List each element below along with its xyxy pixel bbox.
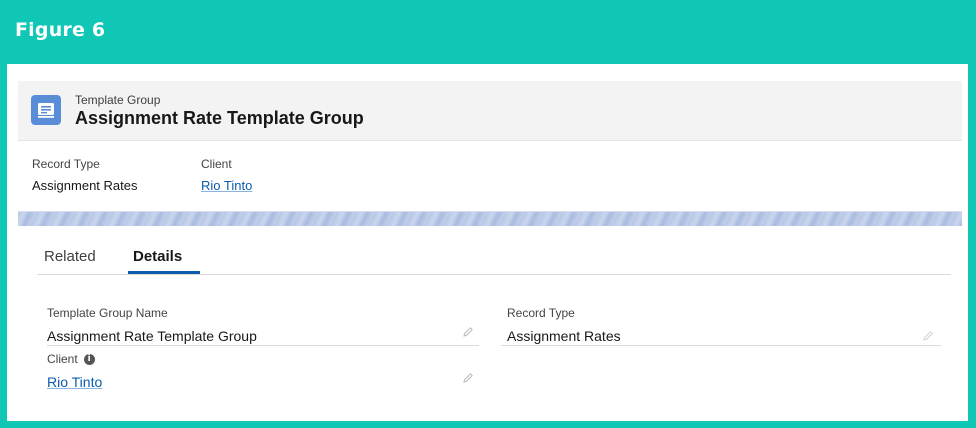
- highlights-panel: Record Type Assignment Rates Client Rio …: [18, 141, 962, 211]
- highlight-client-link[interactable]: Rio Tinto: [201, 178, 252, 193]
- record-header: Template Group Assignment Rate Template …: [18, 81, 962, 141]
- field-divider: [501, 345, 941, 346]
- highlight-client: Client Rio Tinto: [201, 157, 252, 193]
- field-template-group-name: Template Group Name Assignment Rate Temp…: [47, 306, 257, 344]
- pencil-icon[interactable]: [462, 326, 474, 338]
- info-icon[interactable]: i: [83, 354, 95, 366]
- figure-title: Figure 6: [15, 19, 106, 41]
- record-type-label: Record Type: [507, 306, 575, 320]
- record-icon: [31, 95, 61, 125]
- record-page: Template Group Assignment Rate Template …: [7, 64, 968, 421]
- template-group-name-label: Template Group Name: [47, 306, 168, 320]
- highlight-record-type-label: Record Type: [32, 157, 100, 171]
- figure-frame: Figure 6 Template Group Assignment Rate …: [0, 0, 976, 428]
- record-title: Assignment Rate Template Group: [75, 108, 364, 128]
- template-group-name-value: Assignment Rate Template Group: [47, 328, 257, 344]
- tab-related[interactable]: Related: [44, 248, 96, 265]
- tab-bar: Related Details: [37, 236, 951, 275]
- field-divider: [47, 345, 479, 346]
- highlight-record-type-value: Assignment Rates: [32, 178, 138, 193]
- object-label: Template Group: [75, 93, 161, 107]
- tab-details[interactable]: Details: [133, 248, 182, 265]
- client-label: Client: [47, 352, 78, 366]
- field-record-type: Record Type Assignment Rates: [507, 306, 621, 344]
- lock-edit-icon: [923, 331, 933, 341]
- pencil-icon[interactable]: [462, 372, 474, 384]
- decorative-banner: [18, 211, 962, 226]
- field-client: Client i Rio Tinto: [47, 352, 102, 390]
- client-label-row: Client i: [47, 352, 102, 366]
- record-type-value: Assignment Rates: [507, 328, 621, 344]
- highlight-record-type: Record Type Assignment Rates: [32, 157, 138, 193]
- client-link[interactable]: Rio Tinto: [47, 374, 102, 390]
- highlight-client-label: Client: [201, 157, 232, 171]
- active-tab-indicator: [128, 271, 200, 274]
